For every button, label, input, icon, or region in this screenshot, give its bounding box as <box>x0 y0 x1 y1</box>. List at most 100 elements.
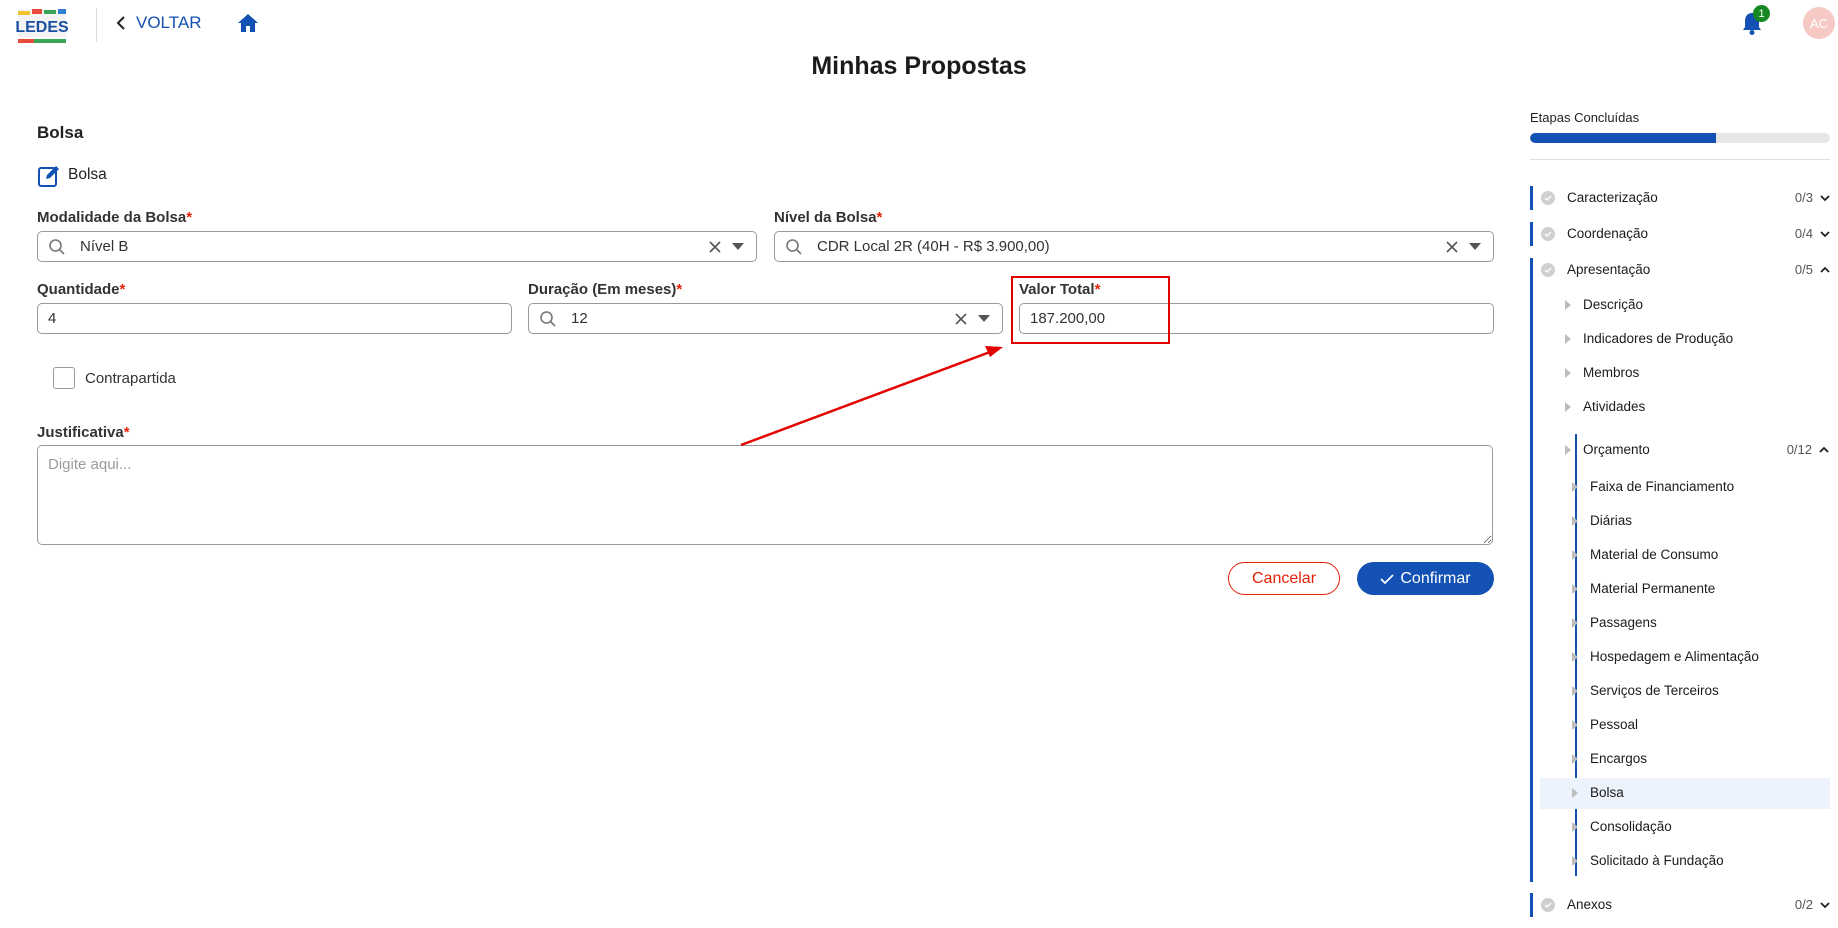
caret-down-icon[interactable] <box>1469 243 1481 250</box>
sidebar-subitem-label: Hospedagem e Alimentação <box>1590 649 1759 664</box>
justificativa-textarea[interactable] <box>37 445 1493 545</box>
sidebar-subitem-consolidacao[interactable]: Consolidação <box>1572 819 1672 834</box>
sidebar-subitem-terceiros[interactable]: Serviços de Terceiros <box>1572 683 1719 698</box>
caret-right-icon <box>1572 583 1578 594</box>
sidebar-subitem-membros[interactable]: Membros <box>1565 365 1639 380</box>
sidebar-subitem-solicitado[interactable]: Solicitado à Fundação <box>1572 853 1724 868</box>
sidebar-subitem-label: Diárias <box>1590 513 1633 528</box>
annotation-highlight-box <box>1011 276 1170 344</box>
confirm-button[interactable]: Confirmar <box>1357 562 1494 595</box>
sidebar-subitem-indicadores[interactable]: Indicadores de Produção <box>1565 331 1733 346</box>
sidebar-item-orcamento[interactable]: Orçamento 0/12 <box>1565 442 1830 457</box>
back-label: VOLTAR <box>136 13 202 32</box>
caret-right-icon <box>1572 481 1578 492</box>
progress-fill <box>1530 133 1716 143</box>
caret-right-icon <box>1572 685 1578 696</box>
modalidade-select[interactable]: Nível B <box>37 231 757 262</box>
sidebar-item-caracterizacao[interactable]: Caracterização 0/3 <box>1541 190 1831 205</box>
caret-down-icon[interactable] <box>732 243 744 250</box>
sidebar-item-label: Apresentação <box>1567 262 1651 277</box>
section-indicator <box>1530 186 1533 210</box>
sidebar-item-label: Coordenação <box>1567 226 1649 241</box>
sidebar-subitem-atividades[interactable]: Atividades <box>1565 399 1645 414</box>
caret-right-icon <box>1572 719 1578 730</box>
caret-down-icon[interactable] <box>978 315 990 322</box>
nivel-value: CDR Local 2R (40H - R$ 3.900,00) <box>817 238 1050 255</box>
sidebar-item-label: Caracterização <box>1567 190 1658 205</box>
section-title: Bolsa <box>37 123 84 142</box>
avatar[interactable]: AC <box>1803 7 1835 39</box>
contrapartida-label: Contrapartida <box>85 370 176 387</box>
sidebar-subitem-label: Pessoal <box>1590 717 1639 732</box>
confirm-label: Confirmar <box>1400 569 1471 587</box>
chevron-up-icon <box>1819 446 1829 453</box>
sidebar-subitem-label: Material Permanente <box>1590 581 1716 596</box>
check-circle-icon <box>1541 897 1555 912</box>
caret-right-icon <box>1572 787 1578 798</box>
clear-icon[interactable] <box>708 240 722 254</box>
caret-right-icon <box>1572 515 1578 526</box>
edit-icon <box>37 164 61 188</box>
home-icon[interactable] <box>236 11 260 35</box>
modalidade-label: Modalidade da Bolsa* <box>37 209 193 226</box>
sidebar-subitem-faixa[interactable]: Faixa de Financiamento <box>1572 479 1734 494</box>
sidebar-item-count: 0/4 <box>1794 226 1813 241</box>
search-icon <box>540 310 556 327</box>
sidebar-subitem-label: Atividades <box>1583 399 1646 414</box>
sidebar-subitem-label: Membros <box>1583 365 1640 380</box>
clear-icon[interactable] <box>1445 240 1459 254</box>
check-circle-icon <box>1541 190 1555 205</box>
quantidade-input[interactable]: 4 <box>37 303 512 334</box>
sidebar-subitem-label: Material de Consumo <box>1590 547 1719 562</box>
caret-right-icon <box>1572 821 1578 832</box>
caret-right-icon <box>1572 753 1578 764</box>
sidebar-item-coordenacao[interactable]: Coordenação 0/4 <box>1541 226 1831 241</box>
sidebar-subitem-label: Consolidação <box>1590 819 1672 834</box>
sidebar-item-count: 0/12 <box>1786 442 1812 457</box>
sidebar-subitem-bolsa[interactable]: Bolsa <box>1572 785 1624 800</box>
section-indicator <box>1530 222 1533 246</box>
sidebar-subitem-label: Serviços de Terceiros <box>1590 683 1719 698</box>
sidebar-item-count: 0/3 <box>1794 190 1813 205</box>
justificativa-label: Justificativa* <box>37 424 130 441</box>
cancel-button[interactable]: Cancelar <box>1228 562 1340 595</box>
check-circle-icon <box>1541 262 1555 277</box>
check-icon <box>1380 573 1395 584</box>
nivel-select[interactable]: CDR Local 2R (40H - R$ 3.900,00) <box>774 231 1494 262</box>
sidebar-item-label: Orçamento <box>1583 442 1650 457</box>
chevron-down-icon <box>1820 901 1830 908</box>
sidebar-subitem-label: Faixa de Financiamento <box>1590 479 1735 494</box>
sidebar-subitem-encargos[interactable]: Encargos <box>1572 751 1647 766</box>
back-button[interactable]: VOLTAR <box>116 12 202 34</box>
sidebar-subitem-pessoal[interactable]: Pessoal <box>1572 717 1638 732</box>
sidebar-item-label: Anexos <box>1567 897 1613 912</box>
header-divider <box>96 8 97 42</box>
page-title: Minhas Propostas <box>811 52 1027 80</box>
chevron-left-icon <box>116 16 125 30</box>
sidebar-title: Etapas Concluídas <box>1530 110 1640 125</box>
search-icon <box>49 238 65 255</box>
sidebar-subitem-label: Solicitado à Fundação <box>1590 853 1724 868</box>
sidebar-subitem-permanente[interactable]: Material Permanente <box>1572 581 1715 596</box>
quantidade-value: 4 <box>48 310 57 327</box>
sidebar-subitem-diarias[interactable]: Diárias <box>1572 513 1632 528</box>
chevron-down-icon <box>1820 230 1830 237</box>
sidebar-subitem-label: Descrição <box>1583 297 1644 312</box>
notification-badge: 1 <box>1753 5 1770 22</box>
logo-text: LEDES <box>15 19 69 36</box>
sidebar-item-anexos[interactable]: Anexos 0/2 <box>1541 897 1831 912</box>
contrapartida-checkbox[interactable] <box>53 367 75 389</box>
caret-right-icon <box>1565 367 1571 378</box>
sidebar-subitem-hospedagem[interactable]: Hospedagem e Alimentação <box>1572 649 1759 664</box>
chevron-down-icon <box>1820 194 1830 201</box>
caret-right-icon <box>1565 333 1571 344</box>
sidebar-item-count: 0/5 <box>1794 262 1813 277</box>
sidebar-subitem-passagens[interactable]: Passagens <box>1572 615 1657 630</box>
sidebar-subitem-descricao[interactable]: Descrição <box>1565 297 1643 312</box>
clear-icon[interactable] <box>954 312 968 326</box>
ledes-logo: LEDES <box>14 3 70 47</box>
caret-right-icon <box>1565 444 1571 455</box>
sidebar-subitem-consumo[interactable]: Material de Consumo <box>1572 547 1718 562</box>
sidebar-item-apresentacao[interactable]: Apresentação 0/5 <box>1541 262 1831 277</box>
duracao-select[interactable]: 12 <box>528 303 1003 334</box>
